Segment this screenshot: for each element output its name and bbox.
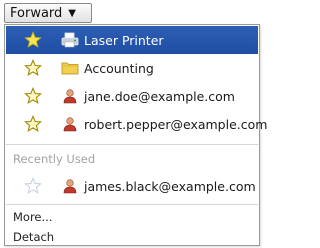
menu-item-jane-doe[interactable]: jane.doe@example.com — [6, 82, 258, 110]
menu-item-label: jane.doe@example.com — [84, 88, 235, 104]
menu-item-laser-printer[interactable]: Laser Printer — [6, 26, 258, 54]
menu-item-james-black[interactable]: james.black@example.com — [6, 172, 258, 200]
person-icon — [63, 117, 77, 132]
forward-button[interactable]: Forward ▼ — [4, 3, 92, 23]
forward-button-label: Forward — [10, 5, 63, 21]
dropdown-arrow-icon: ▼ — [68, 7, 76, 19]
recently-used-header: Recently Used — [13, 152, 96, 166]
menu-item-robert-pepper[interactable]: robert.pepper@example.com — [6, 110, 267, 138]
menu-item-label: Accounting — [84, 60, 154, 76]
person-icon — [63, 89, 77, 104]
menu-divider — [6, 204, 258, 205]
person-icon — [63, 179, 77, 194]
menu-item-more[interactable]: More... — [13, 210, 52, 224]
star-empty-icon[interactable] — [24, 177, 42, 195]
star-outline-icon[interactable] — [24, 115, 42, 133]
star-outline-icon[interactable] — [24, 87, 42, 105]
menu-item-accounting[interactable]: Accounting — [6, 54, 258, 82]
star-filled-icon[interactable] — [24, 31, 42, 49]
menu-item-label: james.black@example.com — [84, 178, 256, 194]
star-outline-icon[interactable] — [24, 59, 42, 77]
menu-divider — [6, 144, 258, 145]
menu-item-label: robert.pepper@example.com — [84, 116, 268, 132]
printer-icon — [61, 32, 79, 48]
menu-item-label: Laser Printer — [84, 32, 164, 48]
forward-dropdown-menu: Laser Printer Accounting jane.doe@exampl… — [4, 24, 267, 246]
menu-item-detach[interactable]: Detach — [13, 230, 54, 244]
folder-icon — [61, 62, 79, 75]
